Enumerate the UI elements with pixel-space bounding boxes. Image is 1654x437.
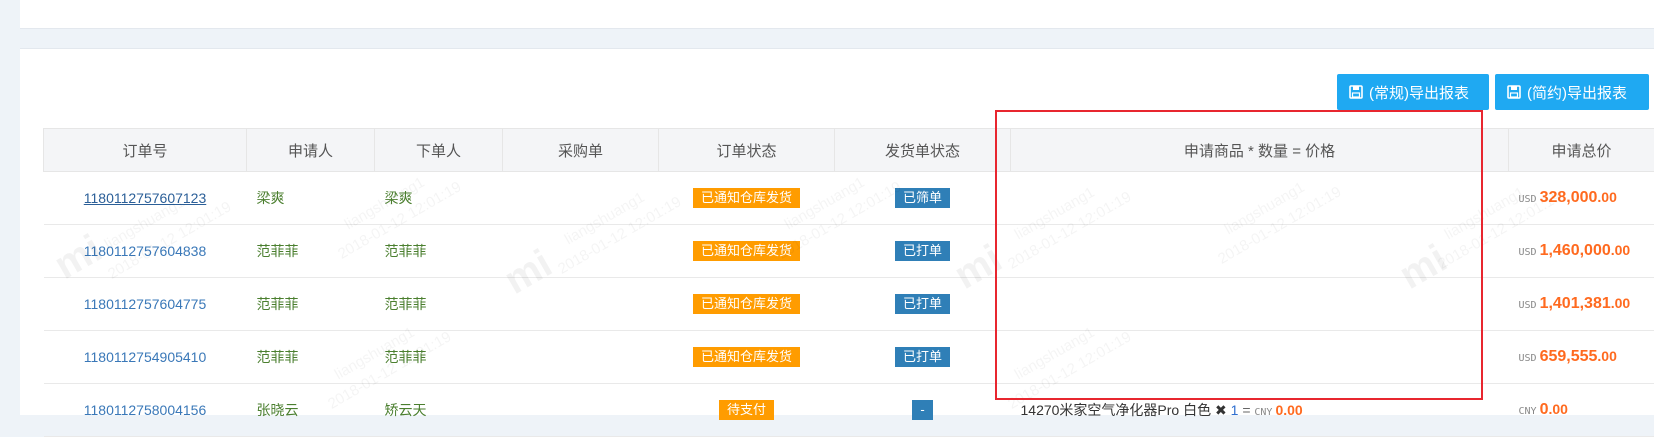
total-decimal: .00 [1611,295,1630,311]
currency-label: USD [1519,300,1537,311]
total-amount: 1,460,000 [1540,242,1611,259]
order-status-badge: 已通知仓库发货 [693,188,800,208]
export-simple-label: (简约)导出报表 [1527,82,1627,103]
applicant: 张晓云 [257,402,299,418]
header-order-status[interactable]: 订单状态 [659,129,835,172]
currency-label: USD [1519,247,1537,258]
table-row: 1180112757607123 梁爽 梁爽 已通知仓库发货 已筛单 USD32… [44,172,1654,225]
ship-status-badge: 已打单 [895,241,950,261]
header-applicant[interactable]: 申请人 [247,129,375,172]
goods-cell [1011,172,1509,225]
applicant: 范菲菲 [257,296,299,312]
total-decimal: .00 [1548,401,1567,417]
table-header-row: 订单号 申请人 下单人 采购单 订单状态 发货单状态 申请商品 * 数量 = 价… [44,129,1654,172]
order-status-badge: 待支付 [719,400,774,420]
orderer: 范菲菲 [385,349,427,365]
goods-quantity: 1 [1231,402,1239,418]
orders-table: 订单号 申请人 下单人 采购单 订单状态 发货单状态 申请商品 * 数量 = 价… [43,128,1654,437]
goods-currency: CNY [1254,407,1272,418]
export-simple-button[interactable]: (简约)导出报表 [1495,74,1649,110]
ship-status-badge: - [912,400,932,420]
header-purchase[interactable]: 采购单 [503,129,659,172]
export-normal-label: (常规)导出报表 [1369,82,1469,103]
order-status-badge: 已通知仓库发货 [693,241,800,261]
goods-cell [1011,331,1509,384]
header-order-id[interactable]: 订单号 [44,129,247,172]
order-status-badge: 已通知仓库发货 [693,347,800,367]
export-normal-button[interactable]: (常规)导出报表 [1337,74,1489,110]
order-id-link[interactable]: 1180112758004156 [84,402,207,418]
times-icon: ✖ [1215,402,1227,418]
goods-cell [1011,278,1509,331]
goods-name: 14270米家空气净化器Pro 白色 [1021,402,1212,418]
header-goods[interactable]: 申请商品 * 数量 = 价格 [1011,129,1509,172]
purchase-cell [503,172,659,225]
header-orderer[interactable]: 下单人 [375,129,503,172]
applicant: 范菲菲 [257,349,299,365]
applicant: 梁爽 [257,190,285,206]
save-icon [1507,85,1521,99]
order-id-link[interactable]: 1180112757604838 [84,243,207,259]
order-id-link[interactable]: 1180112757604775 [84,296,207,312]
total-amount: 328,000 [1540,189,1598,206]
save-icon [1349,85,1363,99]
ship-status-badge: 已打单 [895,294,950,314]
purchase-cell [503,278,659,331]
table-row: 1180112757604838 范菲菲 范菲菲 已通知仓库发货 已打单 USD… [44,225,1654,278]
purchase-cell [503,225,659,278]
goods-equals: = [1242,402,1250,418]
currency-label: USD [1519,353,1537,364]
applicant: 范菲菲 [257,243,299,259]
total-decimal: .00 [1597,189,1616,205]
table-row: 1180112754905410 范菲菲 范菲菲 已通知仓库发货 已打单 USD… [44,331,1654,384]
goods-cell: 14270米家空气净化器Pro 白色 ✖ 1 = CNY0.00 [1011,384,1509,437]
orderer: 范菲菲 [385,296,427,312]
table-row: 1180112757604775 范菲菲 范菲菲 已通知仓库发货 已打单 USD… [44,278,1654,331]
orderer: 矫云天 [385,402,427,418]
orderer: 范菲菲 [385,243,427,259]
header-total[interactable]: 申请总价 [1509,129,1654,172]
order-id-link[interactable]: 1180112754905410 [84,349,207,365]
ship-status-badge: 已打单 [895,347,950,367]
goods-cell [1011,225,1509,278]
orderer: 梁爽 [385,190,413,206]
table-row: 1180112758004156 张晓云 矫云天 待支付 - 14270米家空气… [44,384,1654,437]
purchase-cell [503,384,659,437]
purchase-cell [503,331,659,384]
header-ship-status[interactable]: 发货单状态 [835,129,1011,172]
order-status-badge: 已通知仓库发货 [693,294,800,314]
ship-status-badge: 已筛单 [895,188,950,208]
currency-label: USD [1519,194,1537,205]
total-amount: 1,401,381 [1540,295,1611,312]
currency-label: CNY [1519,406,1537,417]
total-decimal: .00 [1597,348,1616,364]
total-amount: 659,555 [1540,348,1598,365]
total-decimal: .00 [1611,242,1630,258]
top-panel [20,0,1654,29]
goods-price: 0.00 [1275,402,1302,418]
order-id-link[interactable]: 1180112757607123 [84,190,207,206]
